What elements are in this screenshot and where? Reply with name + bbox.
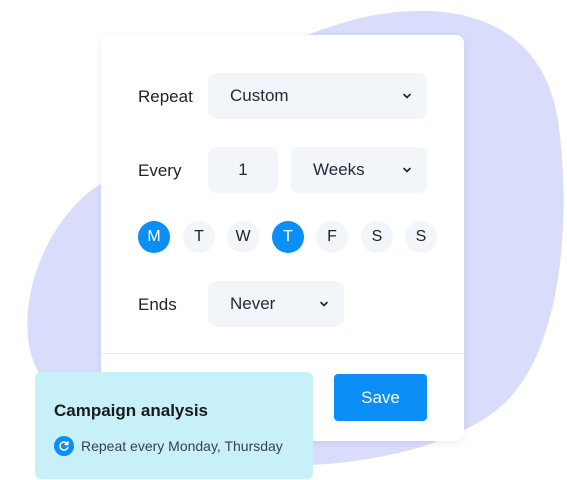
card-divider	[101, 353, 464, 354]
campaign-summary-card: Campaign analysis Repeat every Monday, T…	[35, 372, 313, 479]
chevron-down-icon	[403, 167, 411, 173]
repeat-select[interactable]: Custom	[208, 73, 427, 119]
repeat-summary-text: Repeat every Monday, Thursday	[81, 438, 283, 454]
ends-select[interactable]: Never	[208, 281, 344, 327]
day-toggle-saturday[interactable]: S	[361, 221, 393, 253]
repeat-select-value: Custom	[230, 86, 289, 105]
campaign-title: Campaign analysis	[54, 401, 209, 420]
day-toggle-wednesday[interactable]: W	[227, 221, 259, 253]
save-button[interactable]: Save	[334, 374, 427, 421]
interval-number-input[interactable]: 1	[208, 147, 278, 193]
day-toggle-tuesday[interactable]: T	[183, 221, 215, 253]
chevron-down-icon	[403, 93, 411, 99]
every-label: Every	[138, 161, 182, 180]
ends-select-value: Never	[230, 294, 276, 313]
chevron-down-icon	[320, 301, 328, 307]
interval-unit-select[interactable]: Weeks	[291, 147, 427, 193]
day-toggle-friday[interactable]: F	[316, 221, 348, 253]
day-toggle-thursday[interactable]: T	[272, 221, 304, 253]
day-toggle-monday[interactable]: M	[138, 221, 170, 253]
repeat-label: Repeat	[138, 87, 193, 106]
ends-label: Ends	[138, 295, 177, 314]
repeat-icon	[54, 436, 74, 456]
interval-unit-value: Weeks	[313, 160, 365, 179]
day-toggle-sunday[interactable]: S	[405, 221, 437, 253]
